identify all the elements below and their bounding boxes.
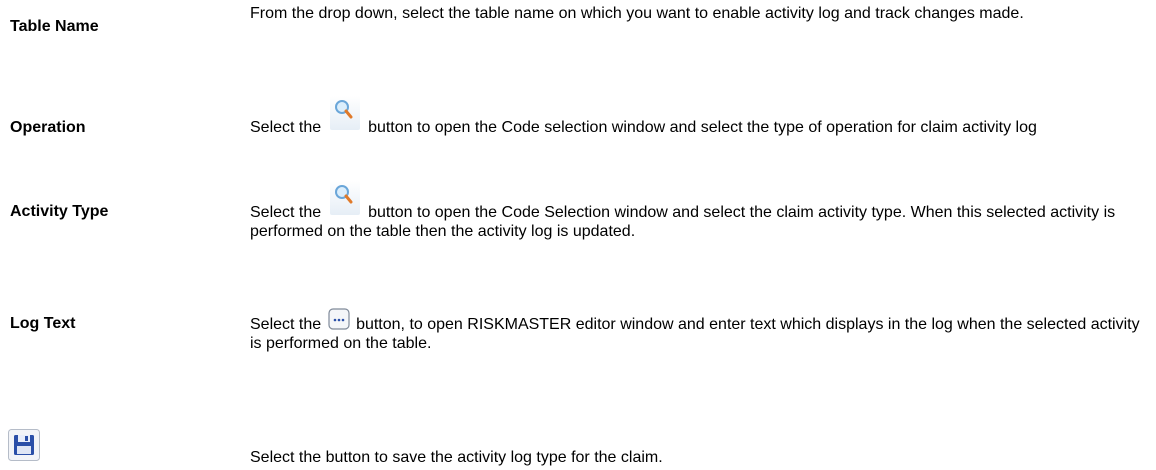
save-disk-icon	[8, 429, 40, 466]
desc-log-text: Select the button, to open RISKMASTER ed…	[250, 308, 1140, 353]
term-operation: Operation	[10, 119, 86, 136]
desc-operation: Select the button to open the Code selec…	[250, 96, 1140, 137]
desc-activity-type-before: Select the	[250, 204, 322, 221]
magnifier-icon	[328, 96, 362, 132]
desc-operation-before: Select the	[250, 119, 322, 136]
desc-log-text-after: button, to open RISKMASTER editor window…	[250, 316, 1140, 352]
term-activity-type: Activity Type	[10, 203, 109, 220]
ellipsis-button-icon	[328, 308, 350, 330]
desc-table-name: From the drop down, select the table nam…	[250, 5, 1024, 22]
desc-save: Select the button to save the activity l…	[250, 449, 663, 466]
desc-log-text-before: Select the	[250, 316, 322, 333]
magnifier-icon	[328, 181, 362, 217]
term-table-name: Table Name	[10, 18, 99, 35]
term-log-text: Log Text	[10, 315, 76, 332]
desc-activity-type-after: button to open the Code Selection window…	[250, 204, 1116, 240]
desc-activity-type: Select the button to open the Code Selec…	[250, 181, 1140, 241]
desc-operation-after: button to open the Code selection window…	[368, 119, 1037, 136]
